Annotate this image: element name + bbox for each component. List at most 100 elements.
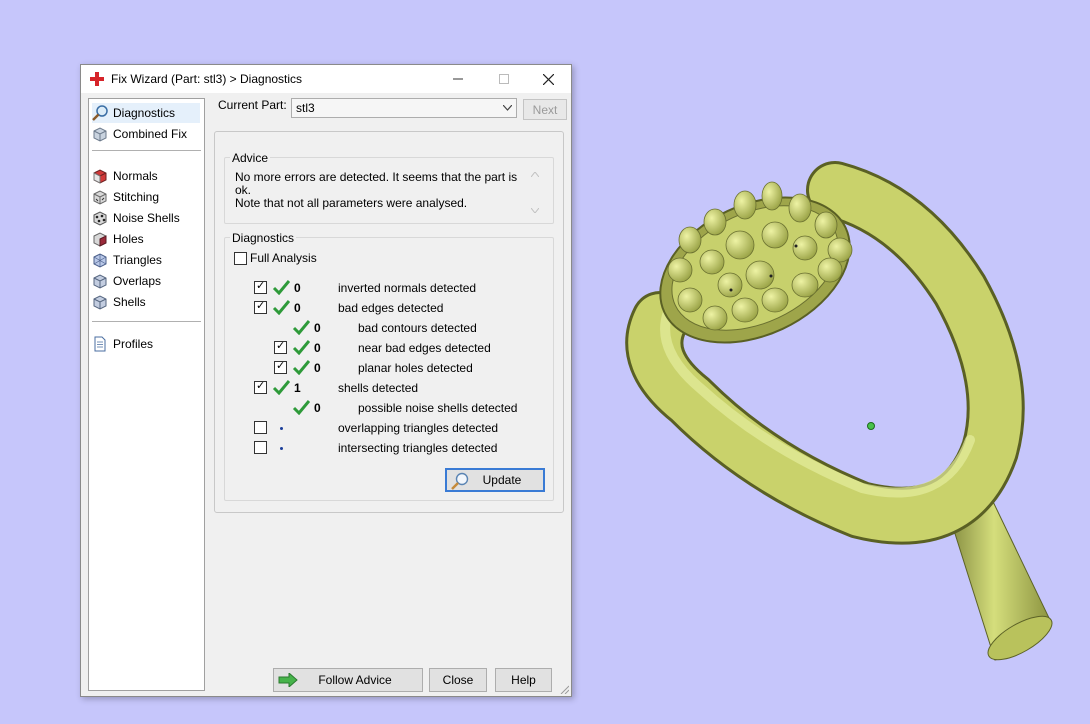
window-title: Fix Wizard (Part: stl3) > Diagnostics (111, 72, 303, 86)
check-icon (272, 280, 290, 295)
bad-contours-label: bad contours detected (358, 321, 477, 335)
sidebar-item-label: Noise Shells (113, 211, 180, 225)
bad-edges-checkbox[interactable]: ✓ (254, 300, 267, 314)
intersecting-triangles-checkbox[interactable] (254, 441, 267, 454)
title-bar[interactable]: Fix Wizard (Part: stl3) > Diagnostics (81, 65, 571, 93)
shells-icon (93, 295, 107, 310)
check-icon (272, 380, 290, 395)
check-icon (292, 360, 310, 375)
sidebar-item-profiles[interactable]: Profiles (92, 334, 200, 354)
sidebar-item-diagnostics[interactable]: Diagnostics (92, 103, 200, 123)
sidebar-item-label: Diagnostics (113, 106, 176, 120)
scroll-down-icon (531, 208, 539, 213)
update-label: Update (482, 473, 522, 487)
pending-dot-icon (280, 427, 283, 430)
full-analysis-label: Full Analysis (250, 251, 317, 265)
overlaps-icon (93, 274, 107, 289)
bad-edges-count: 0 (294, 301, 301, 315)
sidebar-item-combined-fix[interactable]: Combined Fix (92, 124, 200, 144)
noise-shells-count: 0 (314, 401, 321, 415)
advice-text: No more errors are detected. It seems th… (235, 171, 525, 210)
current-part-value: stl3 (296, 101, 315, 115)
sidebar-item-label: Shells (113, 295, 146, 309)
intersecting-triangles-label: intersecting triangles detected (338, 441, 498, 455)
sidebar-item-overlaps[interactable]: Overlaps (92, 271, 200, 291)
resize-grip-icon[interactable] (559, 684, 569, 694)
overlapping-triangles-checkbox[interactable] (254, 421, 267, 434)
sidebar-item-label: Holes (113, 232, 144, 246)
noise-shells-icon (93, 211, 107, 226)
shells-label: shells detected (338, 381, 419, 395)
advice-line: Note that not all parameters were analys… (235, 196, 468, 210)
sidebar-item-label: Normals (113, 169, 158, 183)
planar-holes-label: planar holes detected (358, 361, 473, 375)
minimize-icon (453, 78, 463, 80)
wizard-sidebar: Diagnostics Combined Fix Normals Stitchi… (88, 98, 205, 691)
origin-marker-icon (867, 422, 875, 430)
overlapping-triangles-label: overlapping triangles detected (338, 421, 499, 435)
check-icon (292, 320, 310, 335)
close-icon (542, 73, 554, 85)
check-icon (272, 300, 290, 315)
normals-cube-icon (93, 169, 107, 184)
planar-holes-checkbox[interactable]: ✓ (274, 360, 287, 374)
sidebar-item-label: Profiles (113, 337, 154, 351)
bad-contours-count: 0 (314, 321, 321, 335)
sidebar-item-noise-shells[interactable]: Noise Shells (92, 208, 200, 228)
full-analysis-checkbox[interactable] (234, 252, 247, 265)
sidebar-item-triangles[interactable]: Triangles (92, 250, 200, 270)
fix-wizard-window: Fix Wizard (Part: stl3) > Diagnostics Di… (80, 64, 572, 697)
inverted-normals-label: inverted normals detected (338, 281, 477, 295)
chevron-down-icon (503, 105, 512, 111)
advice-scrollbar[interactable] (529, 170, 541, 216)
close-window-button[interactable] (525, 65, 571, 93)
inverted-normals-count: 0 (294, 281, 301, 295)
close-button[interactable]: Close (429, 668, 487, 692)
inverted-normals-checkbox[interactable]: ✓ (254, 280, 267, 294)
magnifier-icon (451, 472, 469, 490)
arrow-right-icon (278, 673, 298, 687)
current-part-label: Current Part: (218, 98, 287, 112)
scroll-up-icon (531, 172, 539, 177)
red-cross-icon (90, 72, 104, 86)
bad-edges-label: bad edges detected (338, 301, 444, 315)
maximize-button[interactable] (481, 65, 527, 93)
shells-checkbox[interactable]: ✓ (254, 380, 267, 394)
cube-icon (93, 127, 107, 142)
follow-advice-label: Follow Advice (318, 673, 392, 687)
sidebar-item-holes[interactable]: Holes (92, 229, 200, 249)
sidebar-divider (92, 321, 201, 322)
near-bad-edges-checkbox[interactable]: ✓ (274, 340, 287, 354)
document-icon (94, 336, 106, 352)
diagnostics-title: Diagnostics (230, 231, 297, 245)
sidebar-item-shells[interactable]: Shells (92, 292, 200, 312)
advice-line: No more errors are detected. It seems th… (235, 170, 518, 197)
ring-3d-model[interactable] (600, 150, 1080, 710)
sidebar-item-label: Triangles (113, 253, 162, 267)
holes-icon (93, 232, 107, 247)
noise-shells-label: possible noise shells detected (358, 401, 518, 415)
follow-advice-button[interactable]: Follow Advice (273, 668, 423, 692)
sidebar-item-label: Combined Fix (113, 127, 188, 141)
advice-title: Advice (230, 151, 271, 165)
sidebar-item-label: Stitching (113, 190, 160, 204)
sidebar-item-normals[interactable]: Normals (92, 166, 200, 186)
sidebar-item-label: Overlaps (113, 274, 162, 288)
minimize-button[interactable] (435, 65, 481, 93)
next-button[interactable]: Next (523, 99, 567, 120)
magnifier-icon (92, 105, 108, 121)
near-bad-edges-count: 0 (314, 341, 321, 355)
near-bad-edges-label: near bad edges detected (358, 341, 491, 355)
sidebar-item-stitching[interactable]: Stitching (92, 187, 200, 207)
pending-dot-icon (280, 447, 283, 450)
check-icon (292, 400, 310, 415)
update-button[interactable]: Update (445, 468, 545, 492)
maximize-icon (499, 74, 509, 84)
help-button[interactable]: Help (495, 668, 552, 692)
check-icon (292, 340, 310, 355)
current-part-select[interactable]: stl3 (291, 98, 517, 118)
sidebar-divider (92, 150, 201, 151)
triangles-icon (93, 253, 107, 268)
planar-holes-count: 0 (314, 361, 321, 375)
shells-count: 1 (294, 381, 301, 395)
